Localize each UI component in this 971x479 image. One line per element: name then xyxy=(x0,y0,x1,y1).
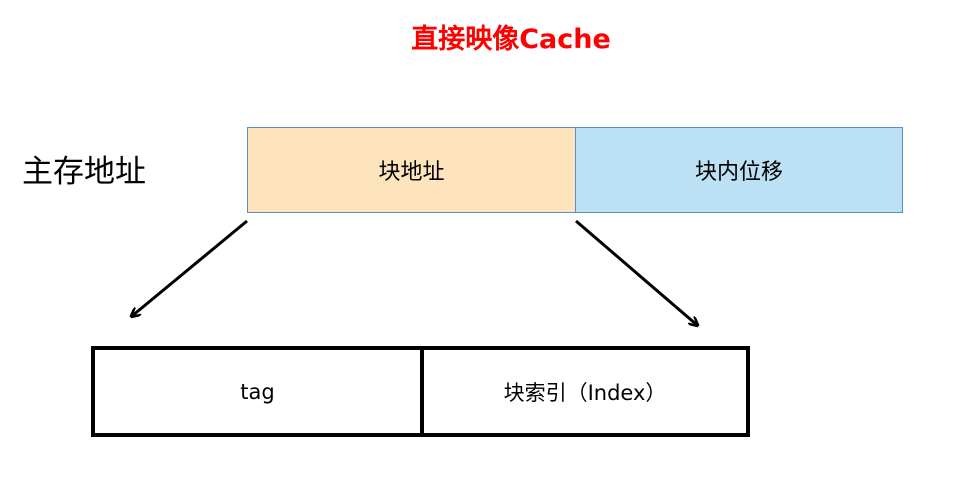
block-index-label: 块索引（Index） xyxy=(503,380,667,405)
left-split-arrow xyxy=(132,219,248,316)
diagram-title: 直接映像Cache xyxy=(411,24,611,55)
block-index-field: 块索引（Index） xyxy=(424,350,746,433)
main-memory-address-row: 块地址 块内位移 xyxy=(247,127,903,213)
diagram-canvas: 直接映像Cache 主存地址 块地址 块内位移 tag 块索引（Index） xyxy=(0,0,971,479)
tag-field: tag xyxy=(95,350,424,433)
block-address-label: 块地址 xyxy=(378,160,445,185)
block-offset-field: 块内位移 xyxy=(576,127,903,213)
block-offset-label: 块内位移 xyxy=(694,160,783,185)
tag-label: tag xyxy=(240,379,275,404)
cache-address-row: tag 块索引（Index） xyxy=(91,346,750,437)
main-memory-address-label: 主存地址 xyxy=(22,154,146,190)
block-address-field: 块地址 xyxy=(247,127,576,213)
right-split-arrow xyxy=(575,219,697,325)
